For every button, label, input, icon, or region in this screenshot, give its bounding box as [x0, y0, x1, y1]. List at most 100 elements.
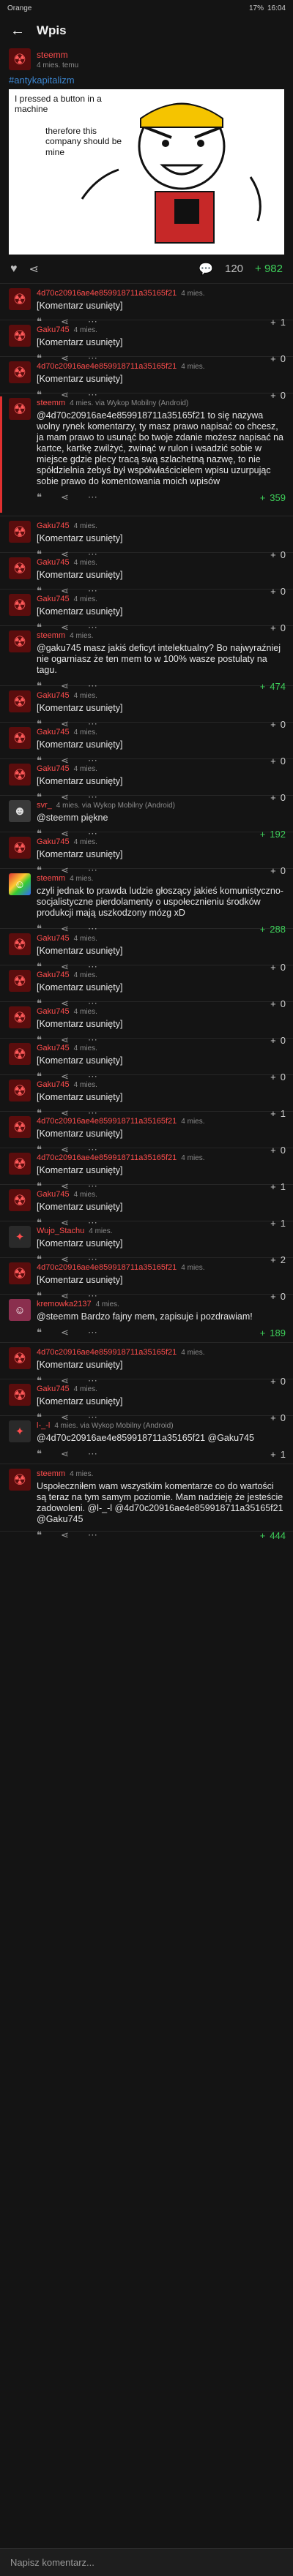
- comment-avatar[interactable]: ☢: [9, 690, 31, 712]
- comment-nick[interactable]: Gaku745: [37, 1384, 70, 1394]
- comment-icon[interactable]: 💬: [199, 262, 213, 276]
- comment-nick[interactable]: Gaku745: [37, 325, 70, 335]
- comment-body: Gaku745 4 mies. [Komentarz usunięty] ❝ ⋖ ⋯ +0: [37, 933, 286, 973]
- comment-avatar[interactable]: ☢: [9, 1347, 31, 1369]
- comment-nick[interactable]: 4d70c20916ae4e859918711a35165f21: [37, 1262, 177, 1273]
- clock: 16:04: [267, 4, 286, 12]
- comment-avatar[interactable]: ☢: [9, 1006, 31, 1028]
- comment-nick[interactable]: steemm: [37, 398, 65, 408]
- comment-nick[interactable]: Gaku745: [37, 764, 70, 774]
- comment-avatar[interactable]: ☢: [9, 970, 31, 992]
- comment-text: [Komentarz usunięty]: [37, 1129, 123, 1139]
- comment-avatar[interactable]: ✦: [9, 1420, 31, 1442]
- share-icon[interactable]: ⋖: [61, 492, 69, 503]
- reply-icon[interactable]: ❝: [37, 1529, 42, 1541]
- comment-avatar[interactable]: ☢: [9, 727, 31, 749]
- comment-nick[interactable]: l-_-l: [37, 1420, 50, 1431]
- comment-input[interactable]: Napisz komentarz...: [0, 2548, 293, 2576]
- more-icon[interactable]: ⋯: [88, 492, 97, 503]
- comment-nick[interactable]: svr_: [37, 800, 52, 810]
- comment-avatar[interactable]: ☢: [9, 933, 31, 955]
- comment-nick[interactable]: steemm: [37, 1469, 65, 1479]
- comment-avatar[interactable]: ☢: [9, 398, 31, 420]
- comment-avatar[interactable]: ☢: [9, 325, 31, 347]
- comment-nick[interactable]: Gaku745: [37, 1189, 70, 1200]
- reply-icon[interactable]: ❝: [37, 1448, 42, 1460]
- comment-nick[interactable]: Gaku745: [37, 557, 70, 568]
- comment-nick[interactable]: Gaku745: [37, 837, 70, 847]
- comment-nick[interactable]: Gaku745: [37, 521, 70, 531]
- comment-body: kremowka2137 4 mies. @steemm Bardzo fajny …: [37, 1299, 286, 1342]
- comment-item: ☢ steemm 4 mies. @gaku745 masz jakiś deficy…: [0, 626, 293, 692]
- share-icon[interactable]: ⋖: [61, 1327, 69, 1338]
- comment-nick[interactable]: Gaku745: [37, 594, 70, 604]
- back-arrow-icon[interactable]: ←: [10, 23, 28, 38]
- post-tag[interactable]: #antykapitalizm: [0, 73, 293, 89]
- reply-icon[interactable]: ❝: [37, 492, 42, 503]
- comment-time: 4 mies. via Wykop Mobilny (Android): [54, 1422, 174, 1430]
- comment-avatar[interactable]: ☢: [9, 521, 31, 543]
- upvote-button[interactable]: +: [260, 1327, 266, 1338]
- comment-nick[interactable]: 4d70c20916ae4e859918711a35165f21: [37, 288, 177, 298]
- comment-avatar[interactable]: ☢: [9, 288, 31, 310]
- comment-avatar[interactable]: ☢: [9, 764, 31, 786]
- comment-nick[interactable]: steemm: [37, 873, 65, 884]
- upvote-button[interactable]: +: [260, 492, 266, 503]
- author-avatar[interactable]: ☢: [9, 48, 31, 70]
- more-icon[interactable]: ⋯: [88, 1529, 97, 1541]
- comment-avatar[interactable]: ☢: [9, 1116, 31, 1138]
- comment-body: Wujo_Stachu 4 mies. [Komentarz usunięty] ❝ ⋖…: [37, 1226, 286, 1265]
- comment-nick[interactable]: Gaku745: [37, 1080, 70, 1090]
- meme-image[interactable]: I pressed a button in a machine therefore…: [9, 89, 284, 255]
- comment-item: ☢ Gaku745 4 mies. [Komentarz usunięty] ❝ ⋖ ⋯ +0: [0, 516, 293, 560]
- upvote-button[interactable]: +: [260, 1530, 266, 1541]
- comment-avatar[interactable]: ☢: [9, 557, 31, 579]
- more-icon[interactable]: ⋯: [88, 1327, 97, 1338]
- upvote-button[interactable]: +: [270, 1449, 276, 1460]
- comment-avatar[interactable]: ☢: [9, 1043, 31, 1065]
- comment-time: 4 mies.: [73, 728, 97, 737]
- more-icon[interactable]: ⋯: [88, 1448, 97, 1460]
- comment-nick[interactable]: Gaku745: [37, 1043, 70, 1053]
- comment-header: 4d70c20916ae4e859918711a35165f21 4 mies.: [37, 361, 286, 372]
- comment-nick[interactable]: Gaku745: [37, 970, 70, 980]
- heart-icon[interactable]: ♥: [10, 263, 18, 276]
- comment-avatar[interactable]: ☢: [9, 1469, 31, 1491]
- comment-avatar[interactable]: ☢: [9, 361, 31, 383]
- author-nick[interactable]: steemm: [37, 50, 78, 60]
- comment-nick[interactable]: Gaku745: [37, 1006, 70, 1017]
- comment-avatar[interactable]: ☺: [9, 1299, 31, 1321]
- comment-avatar[interactable]: ☺: [9, 873, 31, 895]
- comment-avatar[interactable]: ☢: [9, 1153, 31, 1175]
- comment-time: 4 mies.: [73, 971, 97, 979]
- comment-nick[interactable]: 4d70c20916ae4e859918711a35165f21: [37, 1347, 177, 1357]
- comment-nick[interactable]: Gaku745: [37, 933, 70, 944]
- comment-avatar[interactable]: ☢: [9, 837, 31, 859]
- status-bar: Orange 17% 16:04: [0, 0, 293, 16]
- comment-avatar[interactable]: ☻: [9, 800, 31, 822]
- comment-nick[interactable]: kremowka2137: [37, 1299, 92, 1309]
- comment-nick[interactable]: Gaku745: [37, 727, 70, 737]
- comment-nick[interactable]: Wujo_Stachu: [37, 1226, 84, 1236]
- comment-time: 4 mies.: [73, 522, 97, 530]
- comment-header: Gaku745 4 mies.: [37, 594, 286, 605]
- reply-icon[interactable]: ❝: [37, 1327, 42, 1338]
- comment-avatar[interactable]: ☢: [9, 630, 31, 652]
- comment-nick[interactable]: 4d70c20916ae4e859918711a35165f21: [37, 1153, 177, 1163]
- share-icon[interactable]: ⋖: [29, 262, 39, 276]
- share-icon[interactable]: ⋖: [61, 1448, 69, 1460]
- post-vote-count[interactable]: + 982: [255, 263, 283, 275]
- comment-avatar[interactable]: ✦: [9, 1226, 31, 1248]
- comment-nick[interactable]: 4d70c20916ae4e859918711a35165f21: [37, 361, 177, 372]
- comment-nick[interactable]: 4d70c20916ae4e859918711a35165f21: [37, 1116, 177, 1126]
- comment-avatar[interactable]: ☢: [9, 594, 31, 616]
- comment-nick[interactable]: Gaku745: [37, 690, 70, 701]
- comment-nick[interactable]: steemm: [37, 630, 65, 641]
- share-icon[interactable]: ⋖: [61, 1529, 69, 1541]
- comment-header: Gaku745 4 mies.: [37, 837, 286, 848]
- comment-avatar[interactable]: ☢: [9, 1384, 31, 1406]
- comment-avatar[interactable]: ☢: [9, 1262, 31, 1284]
- comment-avatar[interactable]: ☢: [9, 1080, 31, 1101]
- comment-time: 4 mies.: [181, 1154, 205, 1162]
- comment-avatar[interactable]: ☢: [9, 1189, 31, 1211]
